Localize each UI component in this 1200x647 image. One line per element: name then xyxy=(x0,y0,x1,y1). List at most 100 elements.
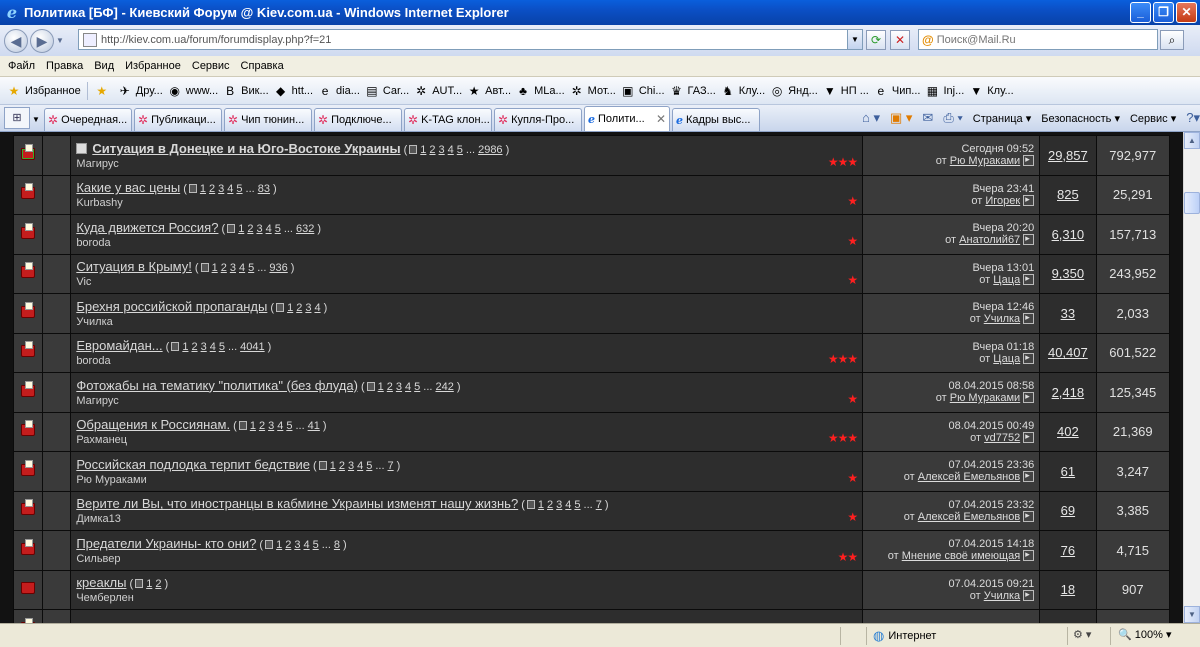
favorite-link[interactable]: e dia... xyxy=(317,83,360,99)
favorite-link[interactable]: ✲ Мот... xyxy=(569,83,616,99)
help-icon[interactable]: ?▾ xyxy=(1186,110,1200,126)
add-favorite-button[interactable]: ★ xyxy=(94,83,113,99)
last-poster-link[interactable]: Алексей Емельянов xyxy=(918,471,1020,483)
page-link[interactable]: 4 xyxy=(314,302,320,314)
page-link[interactable]: 4 xyxy=(405,381,411,393)
page-link[interactable]: 242 xyxy=(435,381,453,393)
go-to-last-post-icon[interactable] xyxy=(1023,311,1035,325)
favorite-link[interactable]: ♣ MLa... xyxy=(515,83,565,99)
replies-count-link[interactable]: 6,310 xyxy=(1052,227,1085,242)
page-link[interactable]: 1 xyxy=(200,183,206,195)
page-link[interactable]: 3 xyxy=(230,262,236,274)
scroll-down-icon[interactable]: ▼ xyxy=(1184,606,1200,623)
zoom-control[interactable]: 🔍 100% ▾ xyxy=(1118,628,1171,641)
thread-title-link[interactable]: Какие у вас цены xyxy=(76,180,180,195)
page-link[interactable]: 4 xyxy=(227,183,233,195)
address-bar[interactable]: http://kiev.com.ua/forum/forumdisplay.ph… xyxy=(78,29,863,50)
page-link[interactable]: 936 xyxy=(269,262,287,274)
page-link[interactable]: 3 xyxy=(256,223,262,235)
tab[interactable]: e Кадры выс... xyxy=(672,108,760,131)
go-to-last-post-icon[interactable] xyxy=(1023,232,1035,246)
page-link[interactable]: 1 xyxy=(250,420,256,432)
tab[interactable]: ✲ Подключе... xyxy=(314,108,402,131)
page-link[interactable]: 3 xyxy=(294,539,300,551)
page-link[interactable]: 4 xyxy=(565,499,571,511)
page-link[interactable]: 1 xyxy=(420,144,426,156)
favorites-button[interactable]: ★ Избранное xyxy=(6,83,81,99)
thread-title-link[interactable]: Ситуация в Донецке и на Юго-Востоке Укра… xyxy=(92,141,400,156)
page-link[interactable]: 83 xyxy=(258,183,270,195)
maximize-button[interactable]: ❐ xyxy=(1153,2,1174,23)
print-icon[interactable]: ⎙ ▾ xyxy=(943,110,962,126)
menu-tools[interactable]: Сервис xyxy=(192,60,230,72)
page-menu[interactable]: Страница ▾ xyxy=(973,112,1031,125)
thread-title-link[interactable]: Обращения к Россиянам. xyxy=(76,417,230,432)
tab[interactable]: e Полити... ✕ xyxy=(584,106,670,131)
go-to-last-post-icon[interactable] xyxy=(1023,430,1035,443)
page-link[interactable]: 1 xyxy=(212,262,218,274)
page-link[interactable]: 5 xyxy=(457,144,463,156)
go-to-last-post-icon[interactable] xyxy=(1023,469,1035,483)
tab-list-dropdown-icon[interactable]: ▼ xyxy=(32,115,42,124)
search-box[interactable]: @ xyxy=(918,29,1158,50)
last-poster-link[interactable]: Училка xyxy=(984,313,1020,325)
favorite-link[interactable]: ✈ Дру... xyxy=(117,83,163,99)
address-dropdown-icon[interactable]: ▼ xyxy=(847,30,862,49)
last-poster-link[interactable]: vd7752 xyxy=(984,432,1020,444)
replies-count-link[interactable]: 61 xyxy=(1061,464,1075,479)
page-link[interactable]: 3 xyxy=(556,499,562,511)
tab[interactable]: ✲ K-TAG клон... xyxy=(404,108,492,131)
vertical-scrollbar[interactable]: ▲ ▼ xyxy=(1183,132,1200,623)
search-button[interactable]: ⌕ xyxy=(1160,30,1184,50)
replies-count-link[interactable]: 18 xyxy=(1061,582,1075,597)
history-dropdown-icon[interactable]: ▼ xyxy=(56,36,66,45)
feeds-icon[interactable]: ▣ ▾ xyxy=(890,110,912,126)
page-link[interactable]: 2 xyxy=(209,183,215,195)
page-link[interactable]: 41 xyxy=(308,420,320,432)
menu-edit[interactable]: Правка xyxy=(46,60,83,72)
page-link[interactable]: 2 xyxy=(191,341,197,353)
last-poster-link[interactable]: Цаца xyxy=(993,274,1020,286)
page-link[interactable]: 5 xyxy=(574,499,580,511)
page-link[interactable]: 3 xyxy=(396,381,402,393)
close-tab-icon[interactable]: ✕ xyxy=(656,112,666,126)
thread-title-link[interactable]: Куда движется Россия? xyxy=(76,220,218,235)
replies-count-link[interactable]: 2,418 xyxy=(1052,385,1085,400)
last-poster-link[interactable]: Алексей Емельянов xyxy=(918,511,1020,523)
search-input[interactable] xyxy=(936,33,1137,46)
mail-icon[interactable]: ✉ xyxy=(922,110,933,126)
thread-title-link[interactable]: Евромайдан... xyxy=(76,338,162,353)
page-link[interactable]: 3 xyxy=(305,302,311,314)
page-link[interactable]: 2 xyxy=(221,262,227,274)
page-link[interactable]: 8 xyxy=(334,539,340,551)
replies-count-link[interactable]: 825 xyxy=(1057,187,1079,202)
page-link[interactable]: 2 xyxy=(296,302,302,314)
tab[interactable]: ✲ Очередная... xyxy=(44,108,132,131)
go-to-last-post-icon[interactable] xyxy=(1023,588,1035,601)
favorite-link[interactable]: e Чип... xyxy=(873,83,921,99)
last-poster-link[interactable]: Училка xyxy=(984,590,1020,602)
last-poster-link[interactable]: Цаца xyxy=(993,353,1020,365)
tab[interactable]: ✲ Чип тюнин... xyxy=(224,108,312,131)
replies-count-link[interactable]: 9,350 xyxy=(1052,266,1085,281)
go-to-last-post-icon[interactable] xyxy=(1023,153,1035,167)
page-link[interactable]: 3 xyxy=(268,420,274,432)
favorite-link[interactable]: ♛ ГАЗ... xyxy=(669,83,716,99)
favorite-link[interactable]: ◎ Янд... xyxy=(769,83,818,99)
last-poster-link[interactable]: Анатолий67 xyxy=(959,234,1020,246)
replies-count-link[interactable]: 29,857 xyxy=(1048,148,1088,163)
thread-title-link[interactable]: Верите ли Вы, что иностранцы в кабмине У… xyxy=(76,496,518,511)
quick-tabs-button[interactable]: ⊞ xyxy=(4,107,30,129)
replies-count-link[interactable]: 76 xyxy=(1061,543,1075,558)
go-to-last-post-icon[interactable] xyxy=(1023,509,1035,522)
page-link[interactable]: 3 xyxy=(218,183,224,195)
favorite-link[interactable]: ◆ htt... xyxy=(273,83,313,99)
tab[interactable]: ✲ Купля-Про... xyxy=(494,108,582,131)
page-link[interactable]: 5 xyxy=(313,539,319,551)
favorite-link[interactable]: ◉ www... xyxy=(167,83,219,99)
replies-count-link[interactable]: 40,407 xyxy=(1048,345,1088,360)
page-link[interactable]: 1 xyxy=(378,381,384,393)
scroll-thumb[interactable] xyxy=(1184,192,1200,214)
scroll-up-icon[interactable]: ▲ xyxy=(1184,132,1200,149)
page-link[interactable]: 2 xyxy=(429,144,435,156)
